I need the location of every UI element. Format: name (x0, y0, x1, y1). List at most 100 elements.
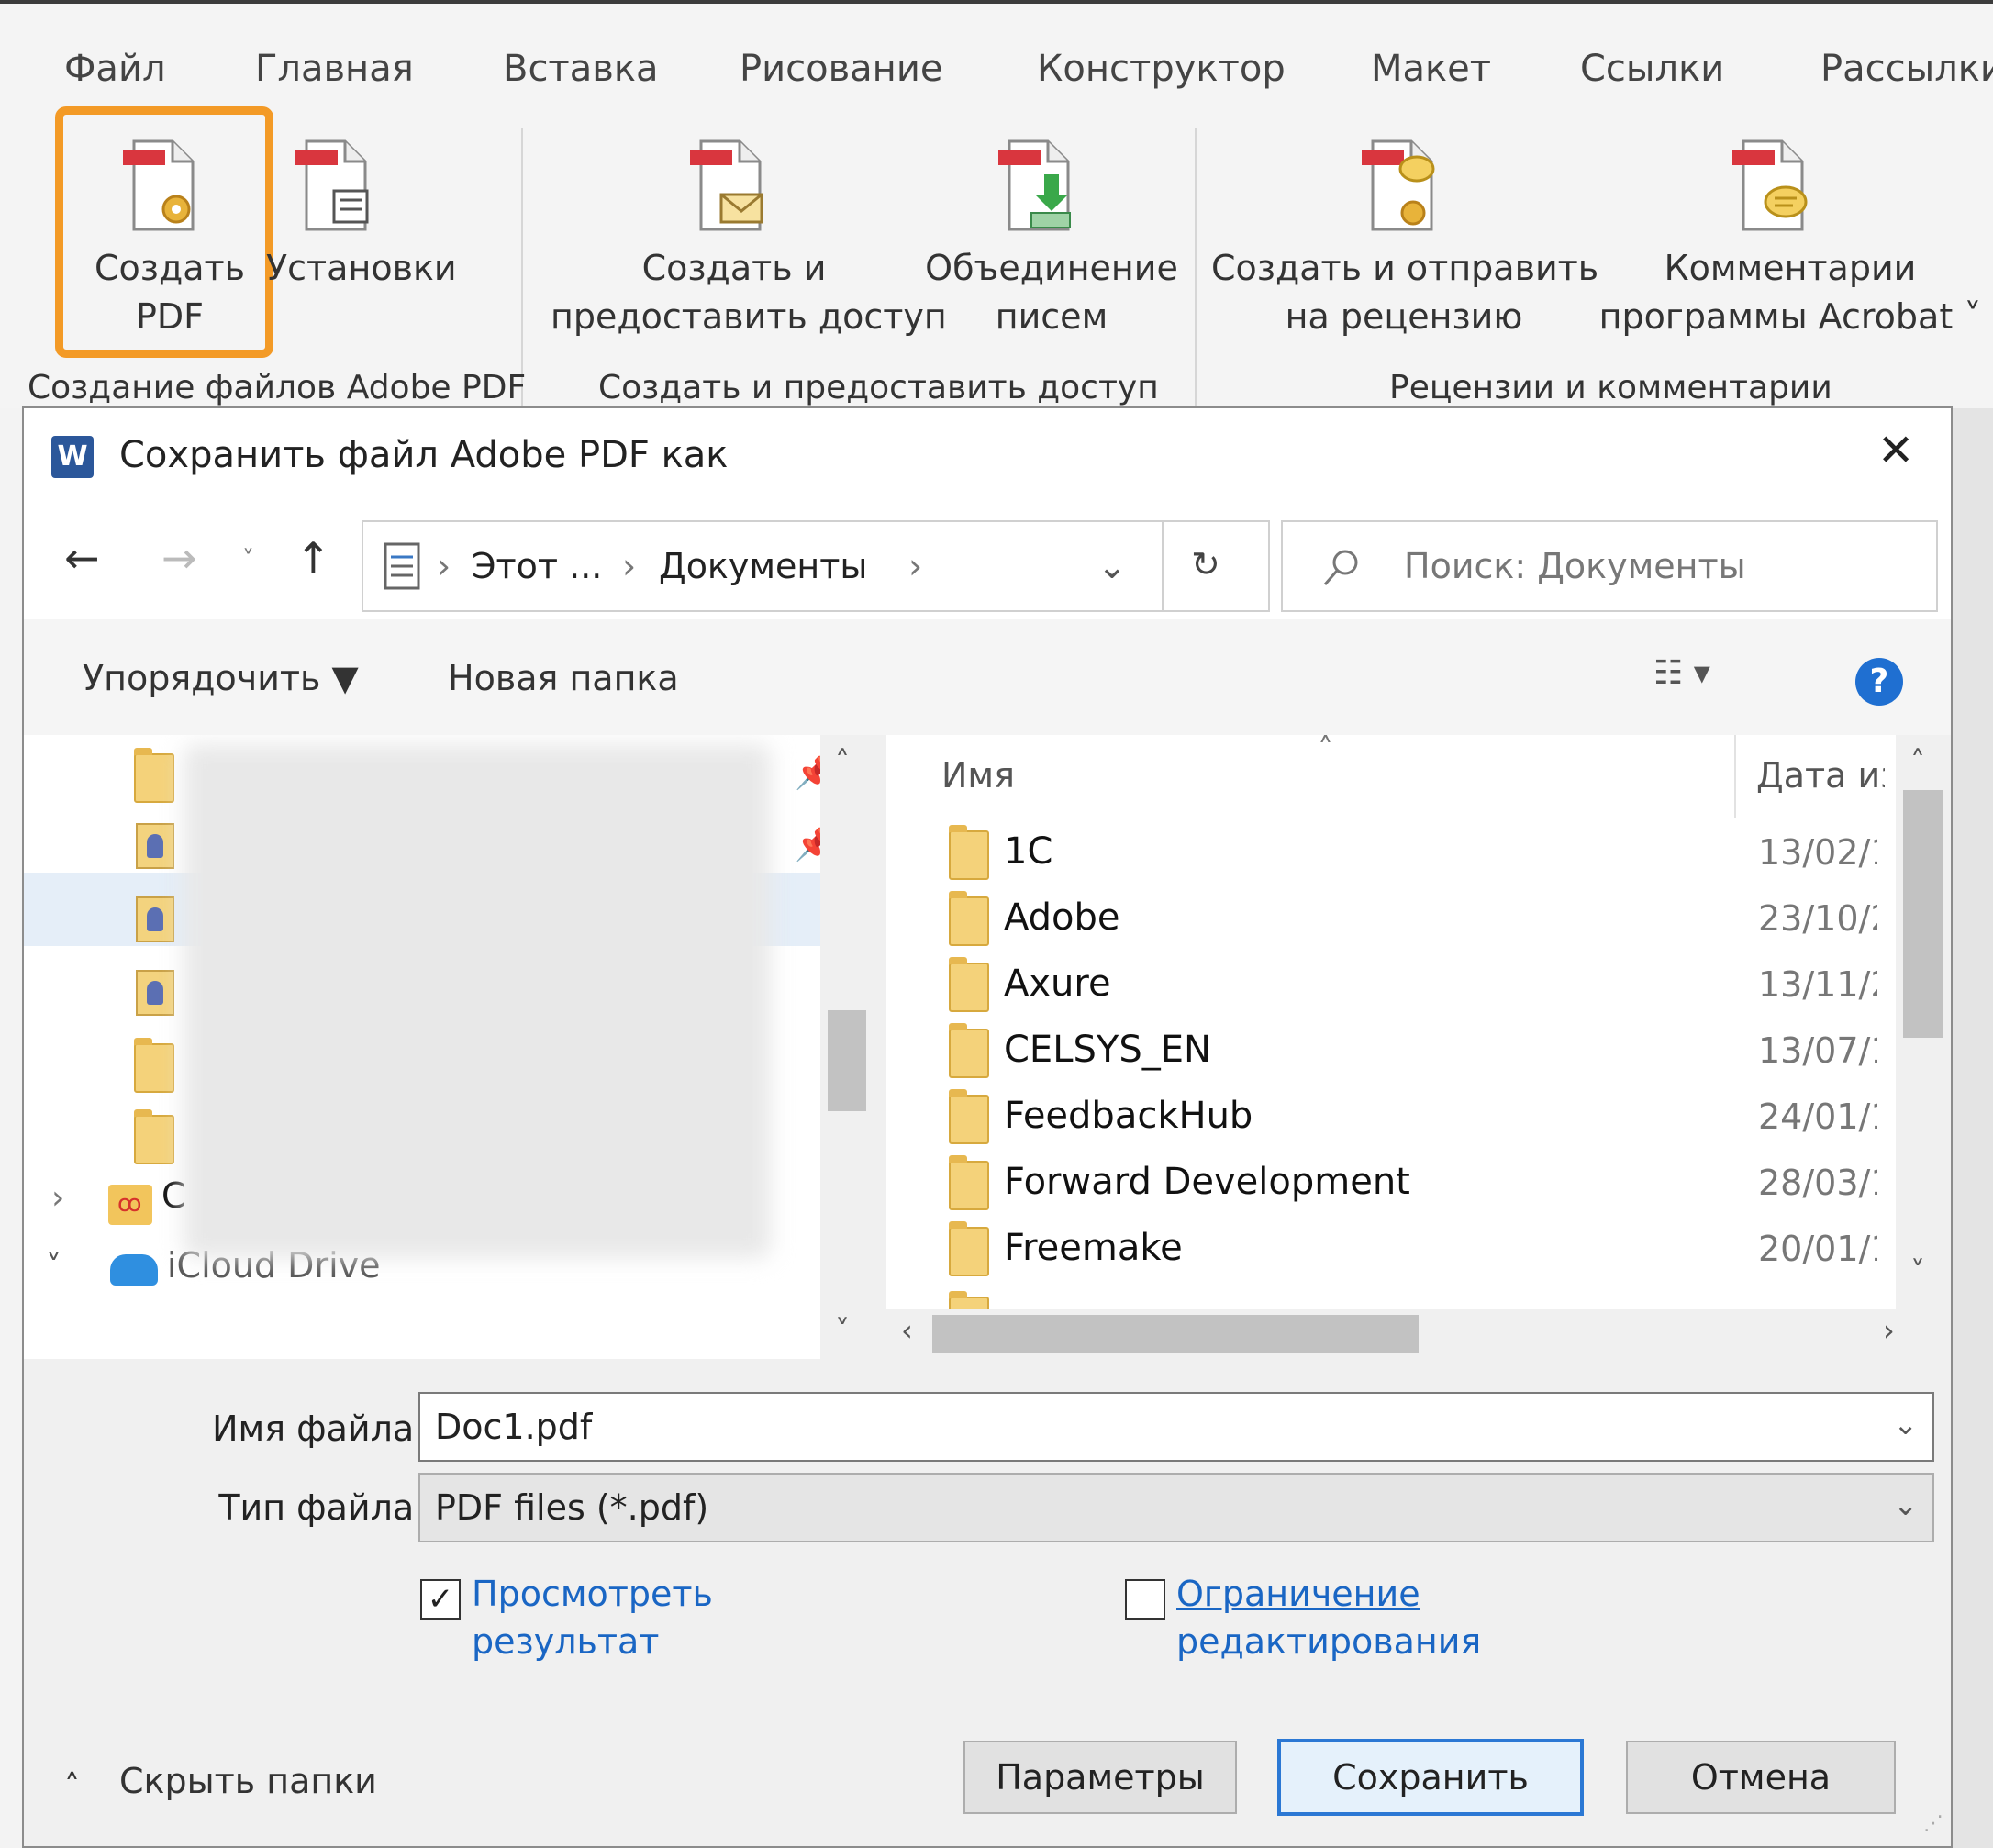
file-list-hscrollbar[interactable]: ‹ › (886, 1309, 1951, 1359)
settings-button[interactable]: Установки (266, 123, 457, 352)
filename-label: Имя файла: (212, 1408, 426, 1449)
file-date: 28/03/18 (1758, 1163, 1877, 1203)
scroll-down-arrow[interactable]: ˅ (1910, 1254, 1925, 1289)
file-row[interactable]: Axure 13/11/20 (886, 955, 1896, 1021)
filetype-select[interactable]: PDF files (*.pdf) ⌄ (418, 1473, 1934, 1542)
expand-chevron-icon[interactable]: › (51, 1179, 64, 1217)
refresh-icon[interactable]: ↻ (1191, 544, 1220, 584)
address-row: ← → ˅ ↑ › Этот ... › Документы › ⌄ ↻ Пои… (24, 500, 1951, 619)
up-arrow-icon[interactable]: ↑ (295, 533, 331, 583)
file-name: 1C (1004, 830, 1053, 873)
filename-input[interactable]: Doc1.pdf ⌄ (418, 1392, 1934, 1462)
address-dropdown-icon[interactable]: ⌄ (1097, 546, 1127, 586)
new-folder-button[interactable]: Новая папка (448, 658, 679, 698)
parameters-button[interactable]: Параметры (963, 1741, 1237, 1814)
file-row[interactable]: Adobe 23/10/20 (886, 889, 1896, 955)
file-row[interactable]: Forward Development 28/03/18 (886, 1153, 1896, 1219)
tab-references[interactable]: Ссылки (1580, 48, 1724, 90)
file-name: Freemake (1004, 1227, 1183, 1269)
file-row[interactable]: 1C 13/02/18 (886, 823, 1896, 889)
forward-arrow-icon[interactable]: → (161, 533, 197, 583)
cancel-button[interactable]: Отмена (1626, 1741, 1896, 1814)
user-folder-icon (136, 970, 174, 1016)
nav-scrollbar-thumb[interactable] (828, 1010, 866, 1111)
scroll-left-arrow[interactable]: ‹ (901, 1313, 913, 1348)
view-result-label-2: результат (472, 1621, 660, 1662)
background-window-edge (1953, 408, 1993, 1848)
folder-icon (134, 748, 174, 803)
help-icon[interactable]: ? (1855, 658, 1903, 706)
file-list-pane: ˄ Имя Дата изм 1C 13/02/18 Adobe 23/10/2… (886, 735, 1951, 1359)
file-date: 23/10/20 (1758, 898, 1877, 939)
tab-insert[interactable]: Вставка (503, 48, 659, 90)
column-divider (1734, 735, 1736, 818)
filetype-value: PDF files (*.pdf) (435, 1487, 709, 1528)
organize-button[interactable]: Упорядочить ▼ (83, 658, 359, 698)
file-list-vscroll-thumb[interactable] (1903, 790, 1943, 1038)
dialog-titlebar: W Сохранить файл Adobe PDF как ✕ (24, 408, 1951, 500)
file-row[interactable]: FeedbackHub 24/01/18 (886, 1087, 1896, 1153)
scroll-up-arrow[interactable]: ˄ (1910, 744, 1925, 779)
acrobat-comments-button[interactable]: Комментарии программы Acrobat ˅ (1593, 123, 1987, 352)
folder-icon (949, 957, 989, 1012)
column-header-name[interactable]: Имя (941, 755, 1015, 796)
nav-item-partial[interactable]: C (161, 1175, 186, 1216)
word-app-icon: W (51, 436, 94, 478)
file-row[interactable]: CELSYS_EN 13/07/18 (886, 1021, 1896, 1087)
column-header-date[interactable]: Дата изм (1756, 755, 1885, 796)
file-date: 13/02/18 (1758, 832, 1877, 873)
tab-draw[interactable]: Рисование (740, 48, 942, 90)
file-list-vscrollbar[interactable]: ˄ ˅ (1896, 735, 1951, 1309)
nav-scrollbar[interactable]: ˄ ˅ (820, 735, 874, 1359)
back-arrow-icon[interactable]: ← (64, 533, 100, 583)
tab-layout[interactable]: Макет (1371, 48, 1491, 90)
mail-merge-button[interactable]: Объединение писем (923, 123, 1180, 352)
filetype-dropdown-icon[interactable]: ⌄ (1893, 1487, 1918, 1522)
hide-folders-chevron-icon[interactable]: ˄ (64, 1768, 80, 1805)
save-as-dialog: W Сохранить файл Adobe PDF как ✕ ← → ˅ ↑… (22, 406, 1953, 1848)
group-label-share: Создать и предоставить доступ (598, 369, 1159, 406)
tab-design[interactable]: Конструктор (1037, 48, 1286, 90)
scroll-down-arrow[interactable]: ˅ (835, 1313, 850, 1348)
save-button[interactable]: Сохранить (1277, 1739, 1584, 1816)
view-options-icon[interactable]: ☷ ▾ (1653, 654, 1710, 692)
folder-icon (949, 1089, 989, 1144)
scroll-up-arrow[interactable]: ˄ (835, 744, 850, 779)
folder-icon (134, 1109, 174, 1164)
collapse-chevron-icon[interactable]: ˅ (46, 1249, 61, 1286)
scroll-right-arrow[interactable]: › (1883, 1313, 1895, 1348)
filename-dropdown-icon[interactable]: ⌄ (1893, 1407, 1918, 1442)
tab-file[interactable]: Файл (64, 48, 166, 90)
search-input[interactable]: Поиск: Документы (1281, 520, 1938, 612)
filename-value: Doc1.pdf (435, 1407, 593, 1447)
mail-merge-label-2: писем (995, 296, 1108, 337)
restrict-editing-checkbox[interactable] (1125, 1579, 1165, 1620)
address-bar[interactable]: › Этот ... › Документы › ⌄ ↻ (362, 520, 1270, 612)
send-review-label-1: Создать и отправить (1211, 248, 1599, 288)
restrict-editing-label[interactable]: Ограничение редактирования (1176, 1570, 1481, 1665)
breadcrumb-this-pc[interactable]: Этот ... (472, 546, 602, 586)
tab-home[interactable]: Главная (255, 48, 414, 90)
folder-icon (949, 1023, 989, 1078)
send-for-review-button[interactable]: Создать и отправить на рецензию (1211, 123, 1599, 352)
search-icon (1323, 550, 1358, 585)
search-placeholder: Поиск: Документы (1404, 546, 1746, 586)
folder-icon (134, 1038, 174, 1093)
close-icon[interactable]: ✕ (1877, 425, 1914, 476)
view-result-checkbox[interactable]: ✓ (420, 1579, 461, 1620)
folder-icon (949, 891, 989, 946)
tab-mailings[interactable]: Рассылки (1820, 48, 1993, 90)
hide-folders-button[interactable]: Скрыть папки (119, 1761, 377, 1801)
breadcrumb-documents[interactable]: Документы (659, 546, 867, 586)
file-date: 20/01/18 (1758, 1229, 1877, 1269)
create-share-button[interactable]: Создать и предоставить доступ (551, 123, 947, 352)
breadcrumb-separator: › (622, 546, 637, 586)
group-label-create-pdf: Создание файлов Adobe PDF (28, 369, 527, 406)
recent-dropdown-icon[interactable]: ˅ (242, 546, 254, 573)
file-date: 13/11/20 (1758, 964, 1877, 1005)
file-list-hscroll-thumb[interactable] (932, 1315, 1419, 1353)
view-result-label[interactable]: Просмотреть результат (472, 1570, 713, 1665)
restrict-editing-label-2: редактирования (1176, 1621, 1482, 1662)
file-row[interactable]: Freemake 20/01/18 (886, 1219, 1896, 1286)
resize-grip-icon[interactable]: ⋰ (1923, 1812, 1943, 1835)
